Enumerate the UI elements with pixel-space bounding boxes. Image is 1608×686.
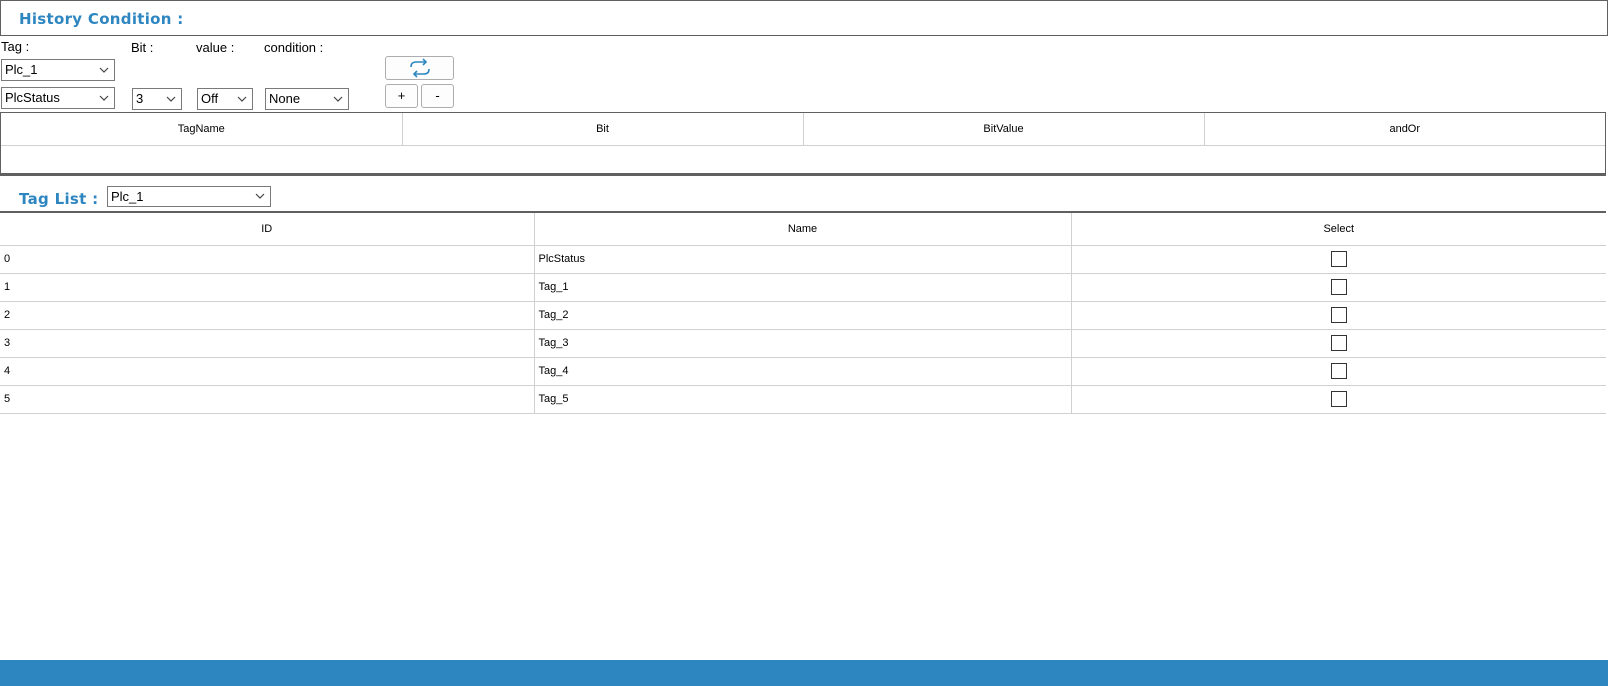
row-name: Tag_3 <box>534 329 1072 358</box>
row-name: Tag_4 <box>534 357 1072 386</box>
row-select-cell <box>1071 357 1606 386</box>
condition-select-value: None <box>269 91 301 106</box>
row-select-cell <box>1071 329 1606 358</box>
chevron-down-icon <box>99 67 109 73</box>
row-name: Tag_2 <box>534 301 1072 330</box>
row-select-checkbox[interactable] <box>1330 279 1347 295</box>
tag-list-table: ID Name Select 0 PlcStatus 1 Tag_1 2 Tag… <box>0 213 1606 414</box>
column-header-id[interactable]: ID <box>0 213 535 246</box>
row-select-checkbox[interactable] <box>1330 307 1347 323</box>
tag-select[interactable]: PlcStatus <box>1 87 115 109</box>
row-id: 5 <box>0 385 535 414</box>
history-condition-title: History Condition : <box>19 10 184 28</box>
row-select-checkbox[interactable] <box>1330 363 1347 379</box>
row-select-cell <box>1071 273 1606 302</box>
status-bar <box>0 660 1608 686</box>
row-name: PlcStatus <box>534 245 1072 274</box>
condition-label: condition : <box>264 40 324 55</box>
chevron-down-icon <box>99 95 109 101</box>
column-header-name[interactable]: Name <box>534 213 1072 246</box>
remove-condition-button[interactable]: - <box>421 84 454 108</box>
bit-select[interactable]: 3 <box>132 88 182 110</box>
chevron-down-icon <box>237 96 247 102</box>
table-row[interactable]: 0 PlcStatus <box>0 245 1606 274</box>
table-row[interactable]: 3 Tag_3 <box>0 329 1606 358</box>
condition-grid: TagName Bit BitValue andOr <box>0 112 1606 176</box>
tag-list-title: Tag List : <box>19 190 99 208</box>
table-row[interactable]: 5 Tag_5 <box>0 385 1606 414</box>
row-id: 1 <box>0 273 535 302</box>
row-name: Tag_1 <box>534 273 1072 302</box>
chevron-down-icon <box>255 193 265 199</box>
value-label: value : <box>196 40 235 55</box>
value-select[interactable]: Off <box>197 88 253 110</box>
refresh-icon <box>409 58 430 78</box>
column-header-andor[interactable]: andOr <box>1204 113 1605 146</box>
row-id: 2 <box>0 301 535 330</box>
row-select-cell <box>1071 245 1606 274</box>
add-condition-button[interactable]: + <box>385 84 418 108</box>
tag-list-plc-select-value: Plc_1 <box>111 189 144 204</box>
condition-select[interactable]: None <box>265 88 349 110</box>
history-condition-header: History Condition : <box>0 0 1608 36</box>
refresh-button[interactable] <box>385 56 454 80</box>
bit-label: Bit : <box>131 40 154 55</box>
row-select-checkbox[interactable] <box>1330 335 1347 351</box>
row-name: Tag_5 <box>534 385 1072 414</box>
column-header-select[interactable]: Select <box>1071 213 1606 246</box>
column-header-tagname[interactable]: TagName <box>1 113 403 146</box>
row-select-cell <box>1071 301 1606 330</box>
row-select-cell <box>1071 385 1606 414</box>
row-select-checkbox[interactable] <box>1330 251 1347 267</box>
row-id: 3 <box>0 329 535 358</box>
bit-select-value: 3 <box>136 91 144 106</box>
table-row[interactable]: 1 Tag_1 <box>0 273 1606 302</box>
chevron-down-icon <box>166 96 176 102</box>
row-id: 4 <box>0 357 535 386</box>
column-header-bitvalue[interactable]: BitValue <box>803 113 1205 146</box>
row-id: 0 <box>0 245 535 274</box>
table-row[interactable]: 4 Tag_4 <box>0 357 1606 386</box>
plc-select-value: Plc_1 <box>5 62 38 77</box>
plc-select[interactable]: Plc_1 <box>1 59 115 81</box>
row-select-checkbox[interactable] <box>1330 391 1347 407</box>
table-row[interactable]: 2 Tag_2 <box>0 301 1606 330</box>
value-select-value: Off <box>201 91 219 106</box>
tag-select-value: PlcStatus <box>5 90 60 105</box>
condition-table: TagName Bit BitValue andOr <box>1 113 1605 146</box>
tag-list-grid: ID Name Select 0 PlcStatus 1 Tag_1 2 Tag… <box>0 211 1606 414</box>
tag-label: Tag : <box>1 39 30 54</box>
tag-list-plc-select[interactable]: Plc_1 <box>107 186 271 207</box>
chevron-down-icon <box>333 96 343 102</box>
column-header-bit[interactable]: Bit <box>402 113 804 146</box>
